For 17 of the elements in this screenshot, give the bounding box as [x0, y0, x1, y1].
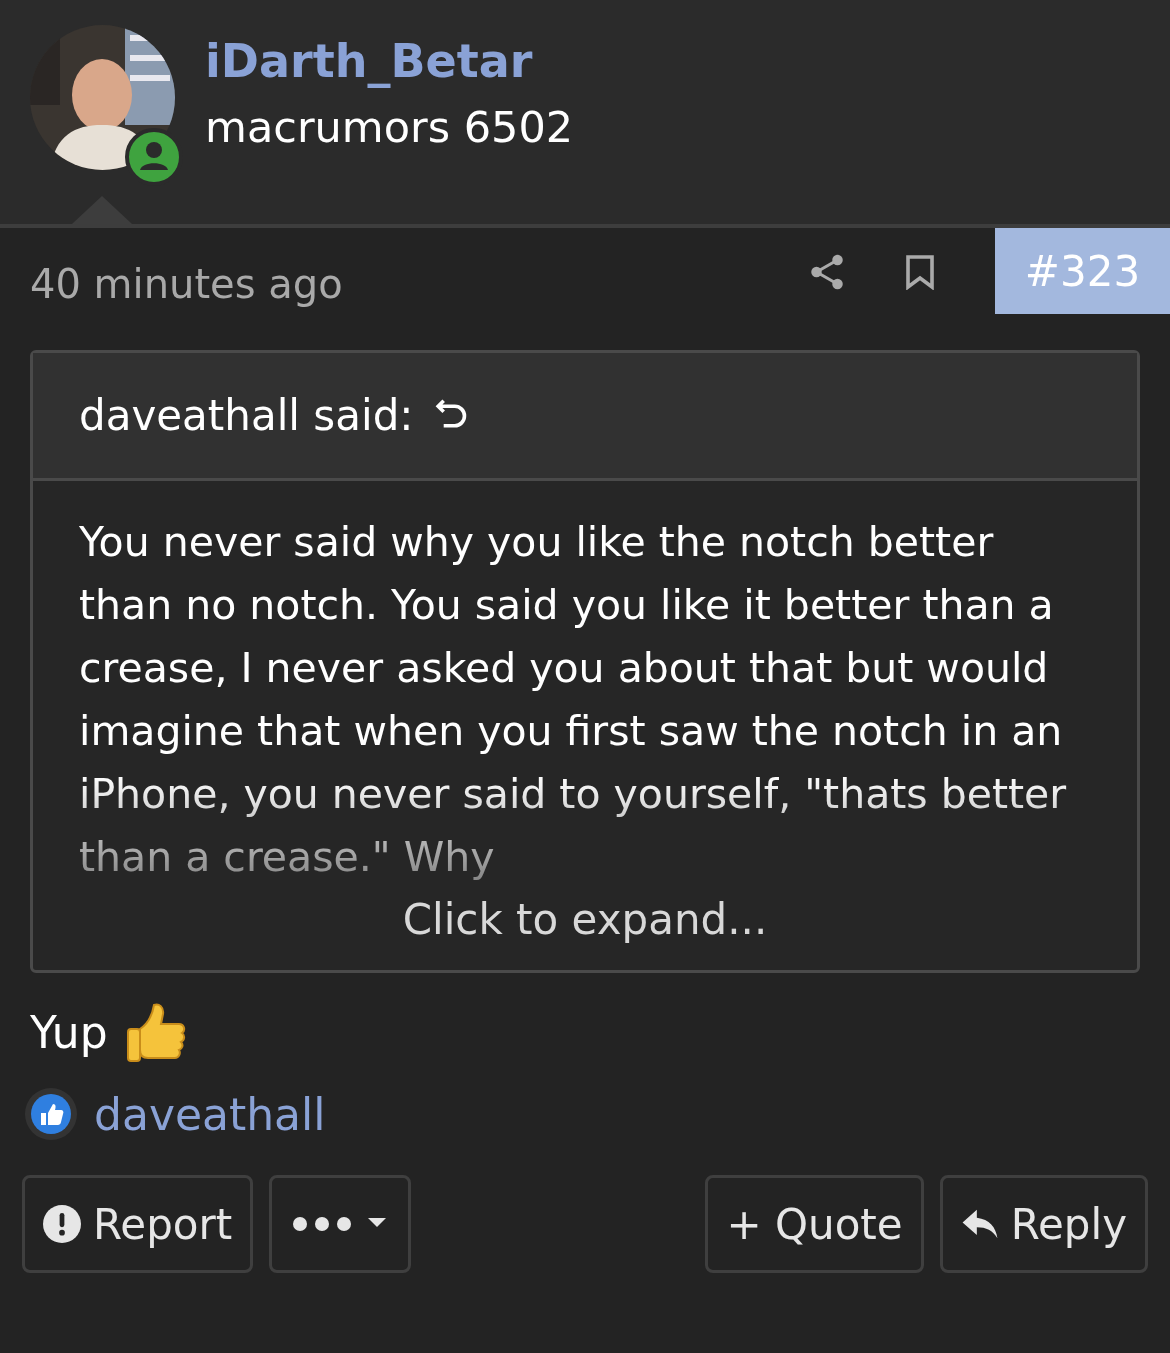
message-text: Yup	[30, 1006, 108, 1058]
expand-link[interactable]: Click to expand...	[33, 889, 1137, 970]
author-name[interactable]: iDarth_Betar	[205, 33, 574, 89]
more-button[interactable]	[269, 1175, 412, 1273]
post-time: 40 minutes ago	[30, 260, 344, 307]
alert-icon	[43, 1205, 81, 1243]
reaction-user[interactable]: daveathall	[94, 1088, 326, 1140]
thumbs-up-icon	[125, 1001, 186, 1063]
share-icon[interactable]	[809, 252, 845, 292]
report-button[interactable]: Report	[22, 1175, 254, 1273]
reply-button[interactable]: Reply	[939, 1175, 1148, 1273]
quote-attribution: daveathall said:	[79, 391, 414, 440]
quote-button[interactable]: + Quote	[705, 1175, 924, 1273]
quote-text: You never said why you like the notch better than no notch. You said you like it better than a crease, I never asked you about that but would imagine that when you first saw the notch in an iPhone, you never said to yourself, "thats better than a crease." Why	[78, 517, 1068, 883]
like-icon	[24, 1087, 78, 1141]
user-title: macrumors 6502	[205, 101, 574, 154]
bookmark-icon[interactable]	[905, 254, 935, 290]
